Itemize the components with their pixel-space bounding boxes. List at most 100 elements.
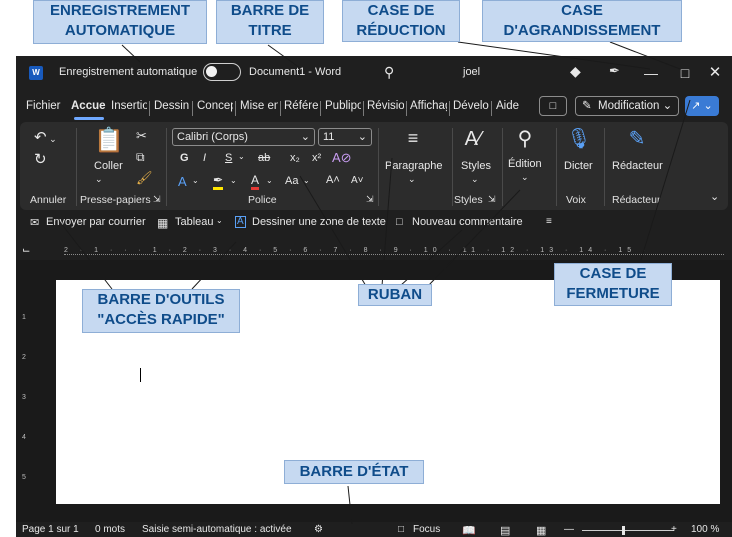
chevron-down-icon: ⌄ — [357, 131, 367, 143]
autocorrect-status[interactable]: Saisie semi-automatique : activée — [142, 524, 292, 535]
editing-button[interactable]: Édition — [508, 158, 542, 170]
document-title[interactable]: Document1 - Word — [249, 66, 341, 78]
microphone-icon[interactable]: 🎙 — [566, 126, 592, 151]
editing-search-icon[interactable]: ⚲ — [510, 126, 540, 151]
premium-diamond-icon[interactable]: ◆ — [570, 63, 581, 80]
shrink-font-button[interactable]: A˅ — [351, 175, 364, 186]
change-case-button[interactable]: Aa — [285, 175, 298, 187]
textbox-icon[interactable]: A — [235, 216, 246, 228]
grow-font-button[interactable]: A˄ — [326, 174, 340, 186]
close-button[interactable]: ✕ — [700, 60, 730, 86]
search-icon[interactable]: ⚲ — [384, 64, 394, 81]
tab-fichier[interactable]: Fichier — [26, 100, 62, 112]
qat-textbox-button[interactable]: Dessiner une zone de texte — [252, 216, 386, 228]
copy-icon[interactable]: ⧉ — [136, 150, 145, 165]
focus-button[interactable]: Focus — [413, 524, 440, 535]
tab-mise-en-page[interactable]: Mise en page — [240, 100, 278, 112]
zoom-in-icon[interactable]: + — [671, 524, 677, 535]
customize-qat-icon[interactable]: ≡ — [546, 216, 552, 227]
zoom-slider-track[interactable] — [582, 530, 674, 531]
tab-references[interactable]: Références — [284, 100, 318, 112]
chevron-down-icon[interactable]: ⌄ — [216, 216, 223, 225]
paste-chevron-icon[interactable]: ⌄ — [95, 174, 103, 185]
callout-maximize-line2: D'AGRANDISSEMENT — [503, 22, 661, 39]
tab-dessin[interactable]: Dessin — [154, 100, 190, 112]
format-painter-icon[interactable]: 🖌 — [136, 170, 153, 186]
tab-developpeur[interactable]: Développeur — [453, 100, 489, 112]
paragraph-icon[interactable]: ≡ — [398, 128, 428, 149]
font-size-select[interactable]: 11 ⌄ — [318, 128, 372, 146]
pen-icon[interactable]: ✒ — [609, 63, 620, 79]
styles-button[interactable]: Styles — [461, 160, 491, 172]
tab-revision[interactable]: Révision — [367, 100, 404, 112]
text-effects-icon[interactable]: A — [178, 174, 187, 189]
qat-email-button[interactable]: Envoyer par courrier — [46, 216, 146, 228]
email-icon[interactable]: ✉ — [30, 216, 39, 229]
font-launcher-icon[interactable]: ⇲ — [366, 194, 374, 205]
word-app-icon[interactable]: W — [29, 66, 43, 80]
tab-aide[interactable]: Aide — [496, 100, 522, 112]
maximize-button[interactable]: □ — [670, 60, 700, 86]
page-count[interactable]: Page 1 sur 1 — [22, 524, 79, 535]
word-count[interactable]: 0 mots — [95, 524, 125, 535]
cut-icon[interactable]: ✂ — [136, 128, 147, 144]
clear-formatting-icon[interactable]: A⊘ — [332, 150, 352, 166]
chevron-down-icon[interactable]: ⌄ — [303, 176, 310, 185]
dictate-button[interactable]: Dicter — [564, 160, 593, 172]
paste-icon[interactable]: 📋 — [94, 126, 124, 155]
chevron-down-icon[interactable]: ⌄ — [266, 176, 273, 185]
clipboard-launcher-icon[interactable]: ⇲ — [153, 194, 161, 205]
chevron-down-icon[interactable]: ⌄ — [230, 176, 237, 185]
horizontal-ruler[interactable]: 2 · 1 · · · 1 · 2 · 3 · 4 · 5 · 6 · 7 · … — [64, 246, 724, 255]
styles-launcher-icon[interactable]: ⇲ — [488, 194, 496, 205]
table-icon[interactable]: ▦ — [157, 216, 168, 230]
focus-icon[interactable]: □ — [398, 524, 404, 535]
undo-icon[interactable]: ↶ ⌄ — [34, 128, 57, 146]
paragraph-button[interactable]: Paragraphe — [385, 160, 443, 172]
zoom-level[interactable]: 100 % — [691, 524, 719, 535]
highlight-icon[interactable]: ✒ — [213, 174, 224, 190]
print-layout-icon[interactable]: ▤ — [500, 524, 510, 537]
tab-insertion[interactable]: Insertion — [111, 100, 147, 112]
qat-comment-button[interactable]: Nouveau commentaire — [412, 216, 523, 228]
strikethrough-button[interactable]: ab — [258, 152, 270, 164]
tab-conception[interactable]: Conception — [197, 100, 233, 112]
font-color-icon[interactable]: A — [251, 174, 260, 190]
tab-publipostage[interactable]: Publipostage — [325, 100, 361, 112]
editor-button[interactable]: Rédacteur — [612, 160, 663, 172]
read-mode-icon[interactable]: 📖 — [462, 524, 476, 537]
redo-icon[interactable]: ↻ — [34, 150, 47, 168]
tab-accueil[interactable]: Accueil — [71, 100, 106, 112]
underline-button[interactable]: S — [225, 152, 232, 164]
accessibility-icon[interactable]: ⚙ — [314, 524, 323, 535]
editor-icon[interactable]: ✎ — [622, 126, 652, 151]
styles-chevron-icon[interactable]: ⌄ — [471, 174, 479, 185]
editing-mode-button[interactable]: ✎ Modification ⌄ — [575, 96, 679, 116]
autosave-toggle[interactable] — [203, 63, 241, 81]
share-icon: ↗ ⌄ — [691, 100, 713, 112]
ribbon-collapse-icon[interactable]: ⌄ — [710, 190, 719, 203]
styles-icon[interactable]: A⁄ — [458, 128, 488, 151]
paragraph-chevron-icon[interactable]: ⌄ — [408, 174, 416, 185]
paste-label[interactable]: Coller — [94, 160, 123, 172]
bold-button[interactable]: G — [180, 152, 189, 164]
web-layout-icon[interactable]: ▦ — [536, 524, 546, 537]
chevron-down-icon[interactable]: ⌄ — [192, 176, 199, 185]
tab-stop-icon[interactable]: ⌙ — [22, 245, 30, 256]
new-comment-icon[interactable]: □ — [396, 216, 403, 228]
comments-button[interactable]: □ — [539, 96, 567, 116]
vertical-ruler[interactable]: 1 2 3 4 5 — [18, 272, 30, 520]
tab-affichage[interactable]: Affichage — [410, 100, 447, 112]
qat-table-button[interactable]: Tableau — [175, 216, 214, 228]
editing-chevron-icon[interactable]: ⌄ — [521, 172, 529, 183]
italic-button[interactable]: I — [203, 152, 206, 164]
minimize-button[interactable]: — — [636, 60, 666, 86]
share-button[interactable]: ↗ ⌄ — [685, 96, 719, 116]
zoom-slider-thumb[interactable] — [622, 526, 625, 535]
superscript-button[interactable]: x² — [312, 152, 321, 164]
font-name-select[interactable]: Calibri (Corps) ⌄ — [172, 128, 315, 146]
user-name[interactable]: joel — [463, 66, 480, 78]
underline-chevron-icon[interactable]: ⌄ — [238, 152, 245, 161]
subscript-button[interactable]: x₂ — [290, 152, 300, 164]
zoom-out-icon[interactable]: — — [564, 524, 574, 535]
